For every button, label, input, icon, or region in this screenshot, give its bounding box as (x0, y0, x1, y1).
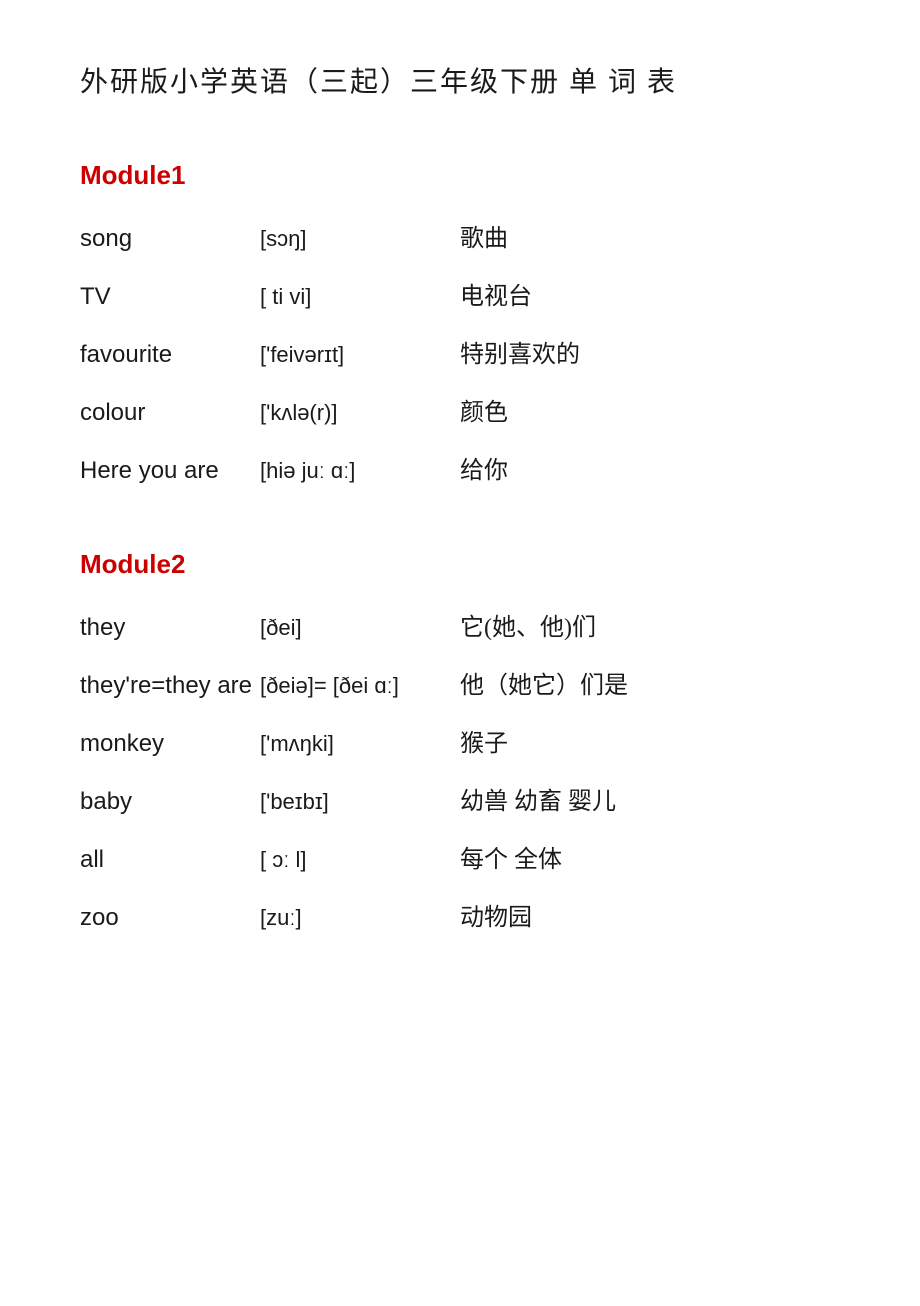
vocab-phonetic: ['mʌŋki] (260, 727, 460, 760)
vocab-word: Here you are (80, 453, 260, 489)
vocab-phonetic: [sɔŋ] (260, 222, 460, 255)
vocab-meaning: 歌曲 (460, 221, 508, 257)
vocab-word: TV (80, 279, 260, 315)
vocab-entry: colour['kʌlə(r)]颜色 (80, 395, 840, 431)
vocab-entry: zoo[zuː]动物园 (80, 900, 840, 936)
vocab-meaning: 给你 (460, 453, 508, 489)
vocab-entry: monkey['mʌŋki]猴子 (80, 726, 840, 762)
vocab-phonetic: [ ti vi] (260, 280, 460, 313)
vocab-entry: baby['beɪbɪ]幼兽 幼畜 婴儿 (80, 784, 840, 820)
vocab-phonetic: ['feivərɪt] (260, 338, 460, 371)
vocab-meaning: 每个 全体 (460, 842, 562, 878)
vocab-word: zoo (80, 900, 260, 936)
vocab-meaning: 颜色 (460, 395, 508, 431)
vocab-entry: song[sɔŋ]歌曲 (80, 221, 840, 257)
vocab-meaning: 特别喜欢的 (460, 337, 580, 373)
vocab-phonetic: ['beɪbɪ] (260, 785, 460, 818)
vocab-entry: all[ ɔː l]每个 全体 (80, 842, 840, 878)
module-title-module2: Module2 (80, 549, 840, 580)
vocab-word: they (80, 610, 260, 646)
module-section-module1: Module1 song[sɔŋ]歌曲 TV[ ti vi]电视台 favourite… (80, 160, 840, 489)
vocab-meaning: 他（她它）们是 (460, 668, 628, 704)
vocab-phonetic: [ ɔː l] (260, 843, 460, 876)
vocab-meaning: 电视台 (460, 279, 532, 315)
vocab-entry: TV[ ti vi]电视台 (80, 279, 840, 315)
vocab-phonetic: [hiə juː ɑː] (260, 454, 460, 487)
vocab-word: baby (80, 784, 260, 820)
vocab-meaning: 幼兽 幼畜 婴儿 (460, 784, 616, 820)
vocab-word: monkey (80, 726, 260, 762)
vocab-word: favourite (80, 337, 260, 373)
vocab-meaning: 它(她、他)们 (460, 610, 596, 646)
vocab-meaning: 动物园 (460, 900, 532, 936)
vocab-entry: they're=they are[ðeiə]= [ðei ɑː]他（她它）们是 (80, 668, 840, 704)
vocab-entry: favourite['feivərɪt]特别喜欢的 (80, 337, 840, 373)
vocab-word: colour (80, 395, 260, 431)
vocab-phonetic: [ðei] (260, 611, 460, 644)
module-title-module1: Module1 (80, 160, 840, 191)
vocab-phonetic: [zuː] (260, 901, 460, 934)
modules-container: Module1 song[sɔŋ]歌曲 TV[ ti vi]电视台 favourite… (80, 160, 840, 936)
vocab-meaning: 猴子 (460, 726, 508, 762)
page-title: 外研版小学英语（三起）三年级下册 单 词 表 (80, 60, 840, 100)
module-section-module2: Module2they[ðei]它(她、他)们they're=they are[… (80, 549, 840, 936)
vocab-word: song (80, 221, 260, 257)
vocab-phonetic: [ðeiə]= [ðei ɑː] (260, 669, 460, 702)
vocab-phonetic: ['kʌlə(r)] (260, 396, 460, 429)
vocab-entry: they[ðei]它(她、他)们 (80, 610, 840, 646)
vocab-word: they're=they are (80, 668, 260, 704)
vocab-word: all (80, 842, 260, 878)
vocab-entry: Here you are[hiə juː ɑː]给你 (80, 453, 840, 489)
